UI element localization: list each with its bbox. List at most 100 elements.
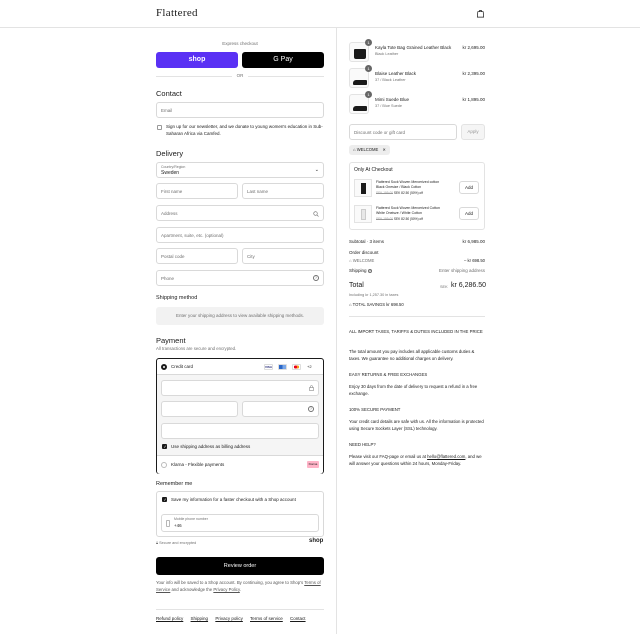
privacy-link[interactable]: Privacy Policy — [213, 587, 239, 592]
address-placeholder: Address — [161, 211, 178, 216]
help-icon[interactable]: ? — [313, 275, 319, 281]
info-icon[interactable]: ? — [367, 269, 372, 273]
upsell-box: Only At Checkout Flattered Sock Woven Me… — [349, 162, 485, 230]
billing-same-label: Use shipping address as billing address — [171, 444, 251, 449]
remember-box: Save my information for a faster checkou… — [156, 491, 324, 537]
or-divider: OR — [156, 73, 324, 79]
add-button[interactable]: Add — [459, 181, 479, 194]
discount-placeholder: Discount code or gift card — [354, 130, 406, 135]
order-discount-label: Order discount — [349, 250, 379, 255]
quantity-badge: 1 — [365, 91, 372, 98]
contact-title: Contact — [156, 89, 182, 98]
header: Flattered — [0, 0, 640, 28]
city-field[interactable]: City — [242, 248, 324, 264]
footer-links: Refund policy Shipping Privacy policy Te… — [156, 616, 312, 621]
product-name: Kayla Tote Bag Grained Leather Black — [375, 45, 452, 50]
upsell-price: SEK 199.00 SEK 82.50 (50%) off — [376, 191, 423, 195]
remove-icon[interactable]: ✕ — [383, 147, 387, 152]
klarna-icon: Klarna — [307, 461, 319, 468]
address-field[interactable]: Address — [156, 205, 324, 221]
save-info-checkbox[interactable] — [162, 497, 167, 502]
payment-subtitle: All transactions are secure and encrypte… — [156, 346, 237, 351]
help-icon[interactable]: ? — [308, 406, 314, 412]
refund-policy-link[interactable]: Refund policy — [156, 616, 183, 621]
cart-item: 1 Mimi Suede Blue 37 / Blue Suede kr 1,8… — [349, 91, 485, 114]
shipping-method-title: Shipping method — [156, 295, 198, 301]
expiry-field[interactable] — [161, 401, 238, 417]
express-checkout-label: Express checkout — [222, 41, 258, 46]
upsell-price-new: SEK 82.50 (50%) off — [393, 217, 423, 221]
last-name-field[interactable]: Last name — [242, 183, 324, 199]
credit-card-label: Credit card — [171, 364, 194, 369]
help-email-link[interactable]: hello@flattered.com — [427, 454, 465, 459]
terms-of-service-link[interactable]: Terms of service — [250, 616, 283, 621]
privacy-policy-link[interactable]: Privacy policy — [215, 616, 243, 621]
upsell-name: Flattered Sock Woven Mercerized cotton B… — [376, 180, 440, 189]
mastercard-icon — [292, 364, 301, 370]
lock-icon — [309, 385, 314, 391]
amex-icon — [278, 364, 287, 370]
product-variant: Black Leather — [375, 52, 399, 56]
shipping-value: Enter shipping address — [438, 268, 485, 273]
security-code-field[interactable]: ? — [242, 401, 319, 417]
shipping-label: Shipping — [349, 268, 367, 273]
shop-pay-button[interactable]: shop — [156, 52, 238, 68]
footer-divider — [156, 609, 324, 610]
search-icon — [313, 211, 319, 217]
logo[interactable]: Flattered — [156, 7, 198, 19]
product-price: kr 2,395.00 — [462, 71, 485, 76]
discount-input[interactable]: Discount code or gift card — [349, 124, 457, 140]
phone-field[interactable]: Phone ? — [156, 270, 324, 286]
visa-icon: VISA — [264, 364, 273, 370]
credit-card-radio[interactable] — [161, 364, 167, 370]
apartment-field[interactable]: Apartment, suite, etc. (optional) — [156, 227, 324, 243]
postal-placeholder: Postal code — [161, 254, 185, 259]
contact-link[interactable]: Contact — [290, 616, 306, 621]
total-label: Total — [349, 282, 364, 289]
review-order-button[interactable]: Review order — [156, 557, 324, 575]
shop-phone-field[interactable]: Mobile phone number +46 — [161, 514, 319, 532]
remember-me-title: Remember me — [156, 481, 193, 487]
google-pay-button[interactable]: G Pay — [242, 52, 324, 68]
discount-value: – kr 698.50 — [464, 258, 485, 263]
name-on-card-field[interactable] — [161, 423, 319, 439]
secure-title: 100% SECURE PAYMENT — [349, 407, 401, 412]
quantity-badge: 1 — [365, 65, 372, 72]
klarna-radio[interactable] — [161, 462, 167, 468]
city-placeholder: City — [247, 254, 255, 259]
shipping-row: Shipping ? Enter shipping address — [349, 268, 485, 275]
total-savings: ⌂ TOTAL SAVINGS kr 698.50 — [349, 302, 404, 307]
discount-tag: ⌂ WELCOME ✕ — [349, 145, 391, 155]
bag-icon[interactable] — [476, 9, 485, 18]
card-number-field[interactable] — [161, 380, 319, 396]
shipping-link[interactable]: Shipping — [191, 616, 209, 621]
or-label: OR — [236, 73, 244, 78]
apply-button[interactable]: Apply — [461, 124, 485, 140]
upsell-image — [354, 205, 372, 223]
first-name-field[interactable]: First name — [156, 183, 238, 199]
save-info-label: Save my information for a faster checkou… — [171, 497, 296, 502]
billing-same-checkbox[interactable] — [162, 444, 167, 449]
country-select[interactable]: Country/Region Sweden ⌄ — [156, 162, 324, 178]
klarna-option[interactable]: Klarna - Flexible payments Klarna — [157, 455, 323, 474]
secure-label: Secure and encrypted — [159, 541, 197, 545]
email-field[interactable]: Email — [156, 102, 324, 118]
last-name-placeholder: Last name — [247, 189, 269, 194]
upsell-title: Only At Checkout — [354, 167, 393, 173]
total-value: kr 6,286.50 — [451, 282, 487, 289]
legal-end: . — [239, 586, 241, 592]
secure-note: 🔒︎ Secure and encrypted — [156, 541, 196, 545]
add-button[interactable]: Add — [459, 207, 479, 220]
credit-card-option[interactable]: Credit card VISA +2 — [157, 359, 323, 375]
upsell-price-new: SEK 82.50 (50%) off — [393, 191, 423, 195]
legal-text: Your info will be saved to a Shop accoun… — [156, 580, 324, 593]
postal-code-field[interactable]: Postal code — [156, 248, 238, 264]
help-body: Please visit our FAQ-page or email us at… — [349, 453, 485, 467]
upsell-image — [354, 179, 372, 197]
klarna-label: Klarna - Flexible payments — [171, 462, 225, 467]
delivery-title: Delivery — [156, 149, 184, 158]
cart-item: 1 Kayla Tote Bag Grained Leather Black B… — [349, 39, 485, 62]
newsletter-checkbox[interactable] — [157, 125, 162, 130]
returns-title: EASY RETURNS & FREE EXCHANGES — [349, 372, 428, 377]
returns-body: Enjoy 30 days from the date of delivery … — [349, 384, 478, 396]
